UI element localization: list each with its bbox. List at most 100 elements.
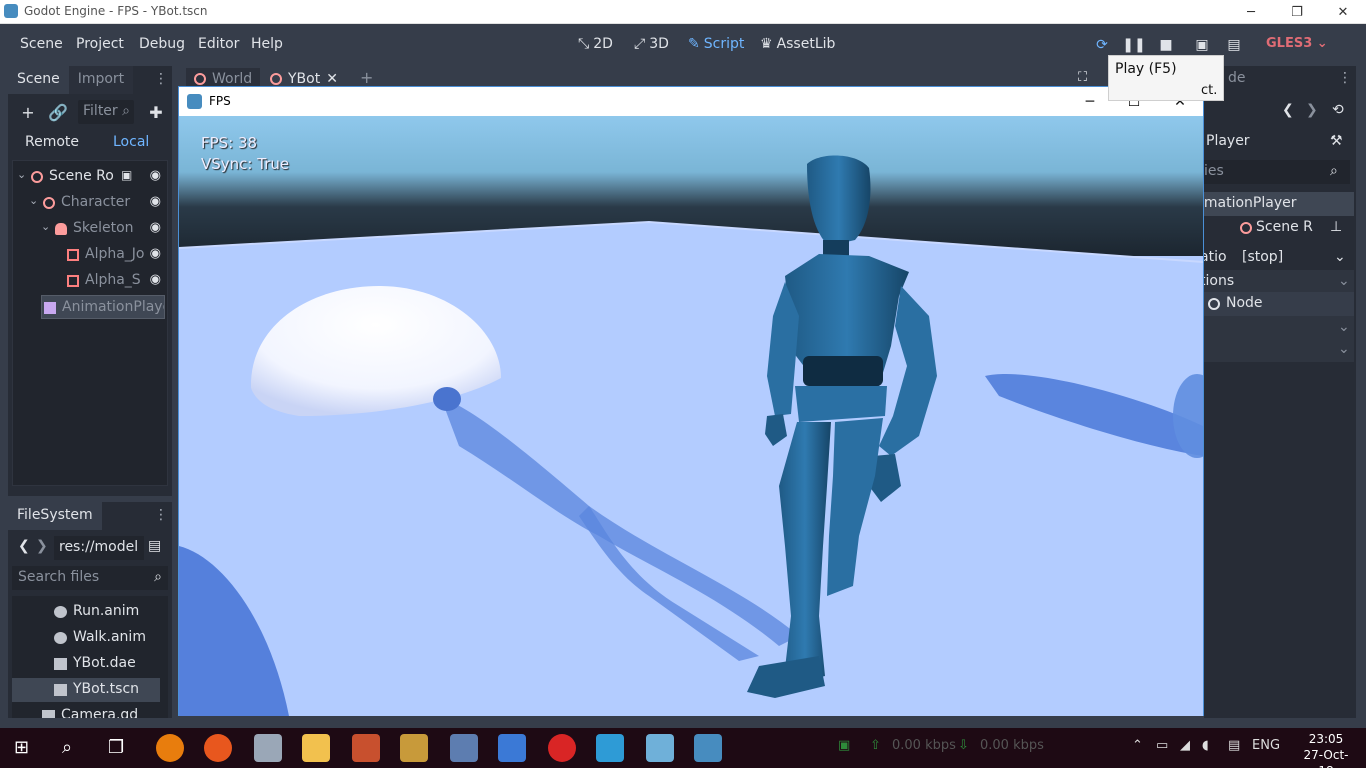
add-node-button[interactable]: + — [18, 102, 38, 122]
split-view-icon[interactable]: ▤ — [148, 538, 161, 554]
visibility-eye-icon[interactable]: ◉ — [150, 194, 161, 209]
search-files-input[interactable]: Search files ⌕ — [12, 566, 168, 590]
minimize-button[interactable]: ─ — [1067, 87, 1113, 116]
visibility-eye-icon[interactable]: ◉ — [150, 246, 161, 261]
volume-icon[interactable]: ◖ — [1202, 738, 1209, 753]
file-item[interactable]: Walk.anim — [12, 626, 160, 650]
forward-icon[interactable]: ❯ — [36, 538, 48, 554]
remote-tab[interactable]: Remote — [25, 134, 79, 150]
menu-help[interactable]: Help — [251, 36, 283, 52]
scene-tree: ⌄ Scene Ro ▣ ◉ ⌄ Character ◉ ⌄ Skeleton … — [12, 160, 168, 486]
control-panel-icon[interactable] — [596, 734, 624, 762]
inspector-section[interactable]: tions ⌄ — [1204, 270, 1354, 294]
history-icon[interactable]: ⟲ — [1332, 102, 1344, 118]
close-button[interactable]: ✕ — [1320, 0, 1366, 24]
inspector-tab[interactable]: de — [1228, 70, 1246, 86]
tab-import[interactable]: Import — [68, 66, 134, 94]
inspector-node-section[interactable]: Node — [1204, 292, 1354, 316]
godot-taskbar-icon[interactable] — [694, 734, 722, 762]
play-custom-scene-button[interactable]: ▤ — [1224, 36, 1244, 54]
attach-script-icon[interactable]: ✚ — [146, 102, 166, 122]
language-indicator[interactable]: ENG — [1252, 738, 1280, 753]
history-back-icon[interactable]: ❮ — [1282, 102, 1294, 118]
dock-menu-icon[interactable]: ⋮ — [1338, 70, 1352, 86]
add-tab-icon[interactable]: + — [360, 68, 373, 87]
visibility-eye-icon[interactable]: ◉ — [150, 272, 161, 287]
instance-scene-icon[interactable]: 🔗 — [48, 102, 68, 122]
search-icon[interactable]: ⌕ — [62, 737, 72, 758]
firefox-icon[interactable] — [204, 734, 232, 762]
tree-item-scene-root[interactable]: ⌄ Scene Ro ▣ ◉ — [13, 165, 167, 189]
tree-item-skeleton[interactable]: ⌄ Skeleton ◉ — [13, 217, 167, 241]
tree-item-animation-player[interactable]: AnimationPlaye — [41, 295, 165, 319]
chevron-down-icon[interactable]: ⌄ — [29, 194, 38, 207]
tree-item-alpha-joints[interactable]: Alpha_Jo ◉ — [13, 243, 167, 267]
app-icon[interactable] — [254, 734, 282, 762]
menu-project[interactable]: Project — [76, 36, 124, 52]
workspace-script-button[interactable]: ✎ Script — [688, 36, 744, 52]
tab-scene[interactable]: Scene — [8, 66, 69, 94]
local-tab[interactable]: Local — [113, 134, 149, 150]
task-view-icon[interactable]: ❐ — [108, 737, 124, 758]
renderer-selector[interactable]: GLES3 ⌄ — [1266, 36, 1328, 51]
history-forward-icon[interactable]: ❯ — [1306, 102, 1318, 118]
dock-menu-icon[interactable]: ⋮ — [154, 507, 168, 523]
back-icon[interactable]: ❮ — [18, 538, 30, 554]
inspector-filter-input[interactable]: ies ⌕ — [1202, 160, 1350, 184]
tree-item-character[interactable]: ⌄ Character ◉ — [13, 191, 167, 215]
visibility-eye-icon[interactable]: ◉ — [150, 168, 161, 183]
restore-button[interactable]: ❐ — [1274, 0, 1320, 24]
file-item[interactable]: Run.anim — [12, 600, 160, 624]
play-button[interactable]: ⟳ — [1092, 36, 1112, 54]
tools-icon[interactable]: ⚒ — [1330, 133, 1343, 149]
menu-debug[interactable]: Debug — [139, 36, 185, 52]
file-item[interactable]: Camera.gd — [12, 704, 160, 718]
chevron-down-icon[interactable]: ⌄ — [1334, 249, 1346, 265]
league-icon[interactable] — [400, 734, 428, 762]
workspace-3d-button[interactable]: ⤢ 3D — [634, 36, 669, 52]
app-icon[interactable] — [498, 734, 526, 762]
chevron-up-icon[interactable]: ⌃ — [1132, 738, 1143, 753]
stop-button[interactable]: ■ — [1156, 36, 1176, 54]
game-app-icon[interactable] — [352, 734, 380, 762]
app-icon[interactable] — [646, 734, 674, 762]
file-item[interactable]: YBot.dae — [12, 652, 160, 676]
chevron-down-icon: ⌄ — [1338, 341, 1350, 357]
tree-item-alpha-surface[interactable]: Alpha_S ◉ — [13, 269, 167, 293]
minimize-button[interactable]: ─ — [1228, 0, 1274, 24]
game-viewport[interactable]: FPS: 38 VSync: True — [179, 116, 1203, 716]
path-input[interactable]: res://model — [54, 536, 144, 560]
menu-scene[interactable]: Scene — [20, 36, 63, 52]
inspector-subsection[interactable]: ⌄ — [1204, 338, 1354, 362]
workspace-assetlib-button[interactable]: ♛ AssetLib — [760, 36, 835, 52]
dock-menu-icon[interactable]: ⋮ — [154, 71, 168, 87]
tab-filesystem[interactable]: FileSystem — [8, 502, 102, 530]
godot-logo-icon — [4, 4, 18, 18]
play-scene-button[interactable]: ▣ — [1192, 36, 1212, 54]
blender-icon[interactable] — [156, 734, 184, 762]
start-windows-icon[interactable]: ⊞ — [14, 737, 29, 758]
notifications-icon[interactable]: ▤ — [1228, 738, 1240, 753]
app-icon[interactable] — [548, 734, 576, 762]
distraction-free-icon[interactable]: ⛶ — [1078, 70, 1087, 85]
file-item[interactable]: YBot.tscn — [12, 678, 160, 702]
chevron-down-icon[interactable]: ⌄ — [41, 220, 50, 233]
inspector-subsection[interactable]: ⌄ — [1204, 316, 1354, 340]
battery-icon[interactable]: ▭ — [1156, 738, 1168, 753]
file-explorer-icon[interactable] — [302, 734, 330, 762]
inspector-property-animation[interactable]: atio [stop] ⌄ — [1204, 246, 1354, 270]
monitor-app-icon[interactable] — [450, 734, 478, 762]
inspector-root-node[interactable]: Scene R ⊥ — [1204, 216, 1354, 240]
pin-icon[interactable]: ⊥ — [1330, 219, 1342, 235]
workspace-2d-button[interactable]: ⤡ 2D — [578, 36, 613, 52]
filter-nodes-input[interactable]: Filter ⌕ — [78, 100, 134, 124]
menu-editor[interactable]: Editor — [198, 36, 239, 52]
taskbar-clock[interactable]: 23:05 27-Oct-18 — [1296, 731, 1356, 768]
scene-instance-icon[interactable]: ▣ — [121, 168, 132, 182]
pause-button[interactable]: ❚❚ — [1122, 36, 1145, 54]
visibility-eye-icon[interactable]: ◉ — [150, 220, 161, 235]
chevron-down-icon[interactable]: ⌄ — [17, 168, 26, 181]
close-icon[interactable]: ✕ — [326, 71, 338, 87]
game-window-title: FPS — [209, 94, 231, 108]
wifi-icon[interactable]: ◢ — [1180, 738, 1190, 753]
